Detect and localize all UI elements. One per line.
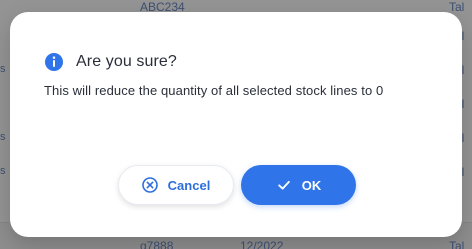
cancel-circle-icon bbox=[141, 177, 158, 193]
dialog-message: This will reduce the quantity of all sel… bbox=[44, 83, 384, 98]
ok-button-label: OK bbox=[301, 177, 322, 193]
cancel-button[interactable]: Cancel bbox=[118, 165, 234, 205]
dialog-title: Are you sure? bbox=[76, 53, 177, 70]
check-icon bbox=[276, 177, 292, 193]
info-icon bbox=[44, 52, 64, 72]
cancel-button-label: Cancel bbox=[167, 177, 211, 193]
app-root: ABC234 Tal Tal s Tal Tal s Tal bbox=[0, 0, 472, 249]
confirm-dialog: Are you sure? This will reduce the quant… bbox=[10, 12, 462, 237]
dialog-header: Are you sure? bbox=[44, 52, 177, 72]
ok-button[interactable]: OK bbox=[241, 165, 356, 205]
